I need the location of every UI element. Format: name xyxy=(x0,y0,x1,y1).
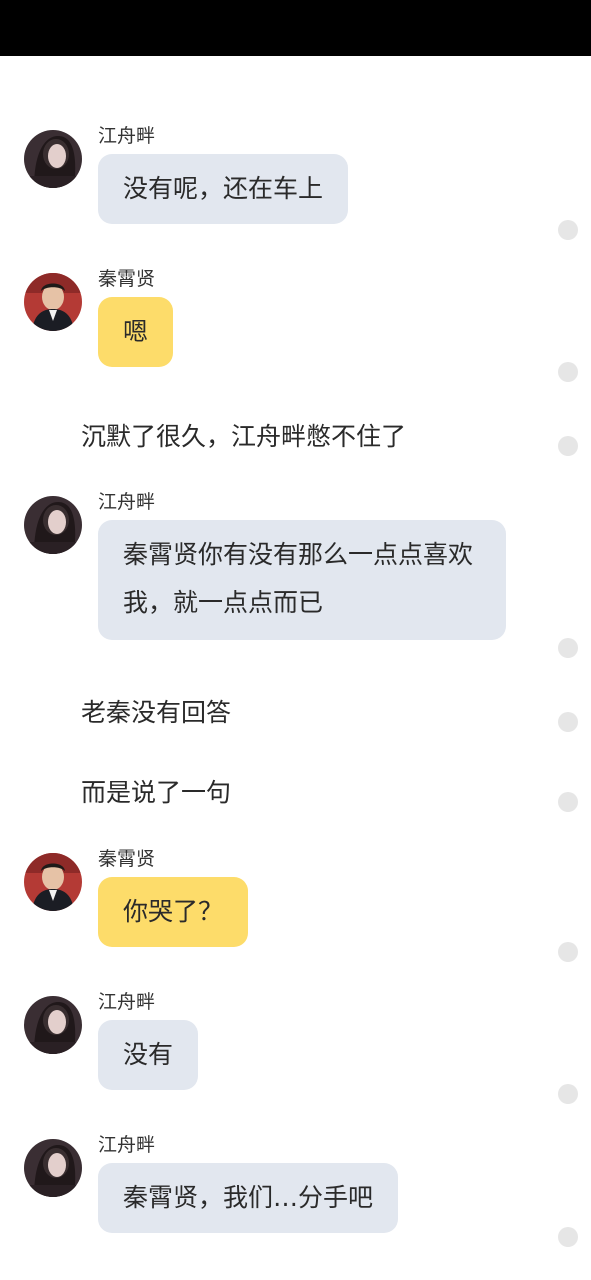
read-dot-icon xyxy=(558,362,578,382)
message-bubble[interactable]: 嗯 xyxy=(98,297,174,367)
status-bar xyxy=(0,0,591,56)
read-dot-icon xyxy=(558,942,578,962)
sender-name: 江舟畔 xyxy=(98,125,156,147)
message-bubble[interactable]: 秦霄贤，我们…分手吧 xyxy=(98,1163,399,1233)
qin-avatar-icon[interactable] xyxy=(24,273,82,331)
read-dot-icon xyxy=(558,1084,578,1104)
jiang-avatar-icon[interactable] xyxy=(24,996,82,1054)
message-bubble[interactable]: 你哭了？ xyxy=(98,877,249,947)
narration-text: 而是说了一句 xyxy=(81,778,232,807)
qin-avatar-icon[interactable] xyxy=(24,853,82,911)
jiang-avatar-icon[interactable] xyxy=(24,496,82,554)
sender-name: 秦霄贤 xyxy=(98,268,156,290)
read-dot-icon xyxy=(558,1227,578,1247)
sender-name: 江舟畔 xyxy=(98,491,156,513)
read-dot-icon xyxy=(558,220,578,240)
read-dot-icon xyxy=(558,792,578,812)
narration-text: 沉默了很久，江舟畔憋不住了 xyxy=(81,422,407,451)
narration-text: 老秦没有回答 xyxy=(81,698,232,727)
sender-name: 江舟畔 xyxy=(98,1134,156,1156)
jiang-avatar-icon[interactable] xyxy=(24,1139,82,1197)
read-dot-icon xyxy=(558,638,578,658)
message-bubble[interactable]: 没有 xyxy=(98,1020,199,1090)
read-dot-icon xyxy=(558,436,578,456)
message-bubble[interactable]: 没有呢，还在车上 xyxy=(98,154,349,224)
sender-name: 秦霄贤 xyxy=(98,848,156,870)
jiang-avatar-icon[interactable] xyxy=(24,130,82,188)
message-bubble[interactable]: 秦霄贤你有没有那么一点点喜欢我，就一点点而已 xyxy=(98,520,506,640)
sender-name: 江舟畔 xyxy=(98,991,156,1013)
read-dot-icon xyxy=(558,712,578,732)
